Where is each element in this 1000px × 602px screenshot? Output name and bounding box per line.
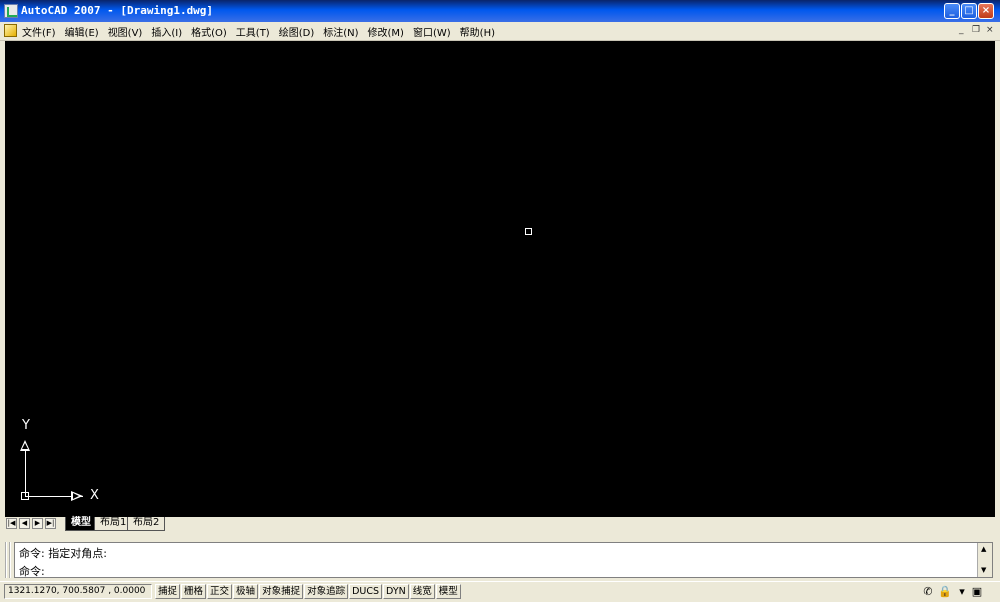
doc-restore-icon[interactable]: ❐ <box>972 25 980 35</box>
command-scrollbar[interactable]: ▲ ▼ <box>977 543 992 577</box>
communication-center-icon[interactable]: ✆ <box>921 585 935 599</box>
ducs-toggle[interactable]: DUCS <box>349 584 383 599</box>
menu-insert[interactable]: 插入(I) <box>151 24 182 39</box>
ucs-origin-box <box>21 492 29 500</box>
minimize-button[interactable]: _ <box>944 3 960 19</box>
doc-close-icon[interactable]: × <box>986 25 994 35</box>
ucs-x-label: X <box>90 488 99 503</box>
grid-toggle[interactable]: 栅格 <box>181 584 207 599</box>
menu-tools[interactable]: 工具(T) <box>236 24 270 39</box>
command-window-grip[interactable] <box>5 542 11 578</box>
tab-model[interactable]: 模型 <box>65 517 97 531</box>
document-icon[interactable] <box>4 24 17 37</box>
menu-help[interactable]: 帮助(H) <box>460 24 495 39</box>
close-icon: × <box>981 5 991 16</box>
menu-bar: 文件(F) 编辑(E) 视图(V) 插入(I) 格式(O) 工具(T) 绘图(D… <box>0 22 1000 41</box>
menu-draw[interactable]: 绘图(D) <box>279 24 315 39</box>
menu-format[interactable]: 格式(O) <box>191 24 227 39</box>
osnap-toggle[interactable]: 对象捕捉 <box>259 584 304 599</box>
ucs-x-arrow <box>71 491 83 501</box>
layout-tabs-bar: |◀ ◀ ▶ ▶| 模型 布局1 布局2 <box>5 517 995 531</box>
tray-settings-icon[interactable]: ▾ <box>955 585 969 599</box>
first-tab-button[interactable]: |◀ <box>6 518 17 529</box>
menu-modify[interactable]: 修改(M) <box>368 24 404 39</box>
scroll-down-icon[interactable]: ▼ <box>981 566 986 574</box>
close-button[interactable]: × <box>978 3 994 19</box>
command-history: 命令: 指定对角点: <box>19 547 107 560</box>
prev-tab-button[interactable]: ◀ <box>19 518 30 529</box>
menu-dimension[interactable]: 标注(N) <box>323 24 358 39</box>
status-bar: 1321.1270, 700.5807 , 0.0000 捕捉 栅格 正交 极轴… <box>0 581 1000 602</box>
maximize-button[interactable]: □ <box>961 3 977 19</box>
scroll-up-icon[interactable]: ▲ <box>981 545 986 553</box>
window-title: AutoCAD 2007 - [Drawing1.dwg] <box>21 4 214 17</box>
command-window: 命令: 指定对角点: 命令: ▲ ▼ <box>14 542 993 578</box>
next-tab-button[interactable]: ▶ <box>32 518 43 529</box>
menu-file[interactable]: 文件(F) <box>22 24 56 39</box>
autocad-app-icon[interactable] <box>4 4 18 18</box>
ortho-toggle[interactable]: 正交 <box>207 584 233 599</box>
snap-toggle[interactable]: 捕捉 <box>155 584 181 599</box>
doc-minimize-icon[interactable]: _ <box>959 25 964 35</box>
model-space-toggle[interactable]: 模型 <box>435 584 461 599</box>
tab-layout2[interactable]: 布局2 <box>127 517 166 531</box>
maximize-icon: □ <box>964 5 974 16</box>
polar-toggle[interactable]: 极轴 <box>233 584 259 599</box>
otrack-toggle[interactable]: 对象追踪 <box>304 584 349 599</box>
dyn-toggle[interactable]: DYN <box>383 584 409 599</box>
clean-screen-icon[interactable]: ▣ <box>970 585 984 599</box>
coordinate-display[interactable]: 1321.1270, 700.5807 , 0.0000 <box>4 584 152 599</box>
menu-edit[interactable]: 编辑(E) <box>65 24 99 39</box>
menu-view[interactable]: 视图(V) <box>108 24 143 39</box>
ucs-y-label: Y <box>22 418 30 433</box>
minimize-icon: _ <box>949 5 955 16</box>
ucs-y-axis <box>25 451 26 497</box>
pickbox-cursor <box>525 228 532 235</box>
drawing-canvas[interactable]: Y X <box>5 41 995 517</box>
lock-icon[interactable]: 🔒 <box>938 585 952 599</box>
title-bar: AutoCAD 2007 - [Drawing1.dwg] _ □ × <box>0 0 1000 22</box>
ucs-y-arrow <box>20 440 30 451</box>
last-tab-button[interactable]: ▶| <box>45 518 56 529</box>
command-input[interactable]: 命令: <box>19 563 45 579</box>
lineweight-toggle[interactable]: 线宽 <box>409 584 435 599</box>
menu-window[interactable]: 窗口(W) <box>413 24 451 39</box>
